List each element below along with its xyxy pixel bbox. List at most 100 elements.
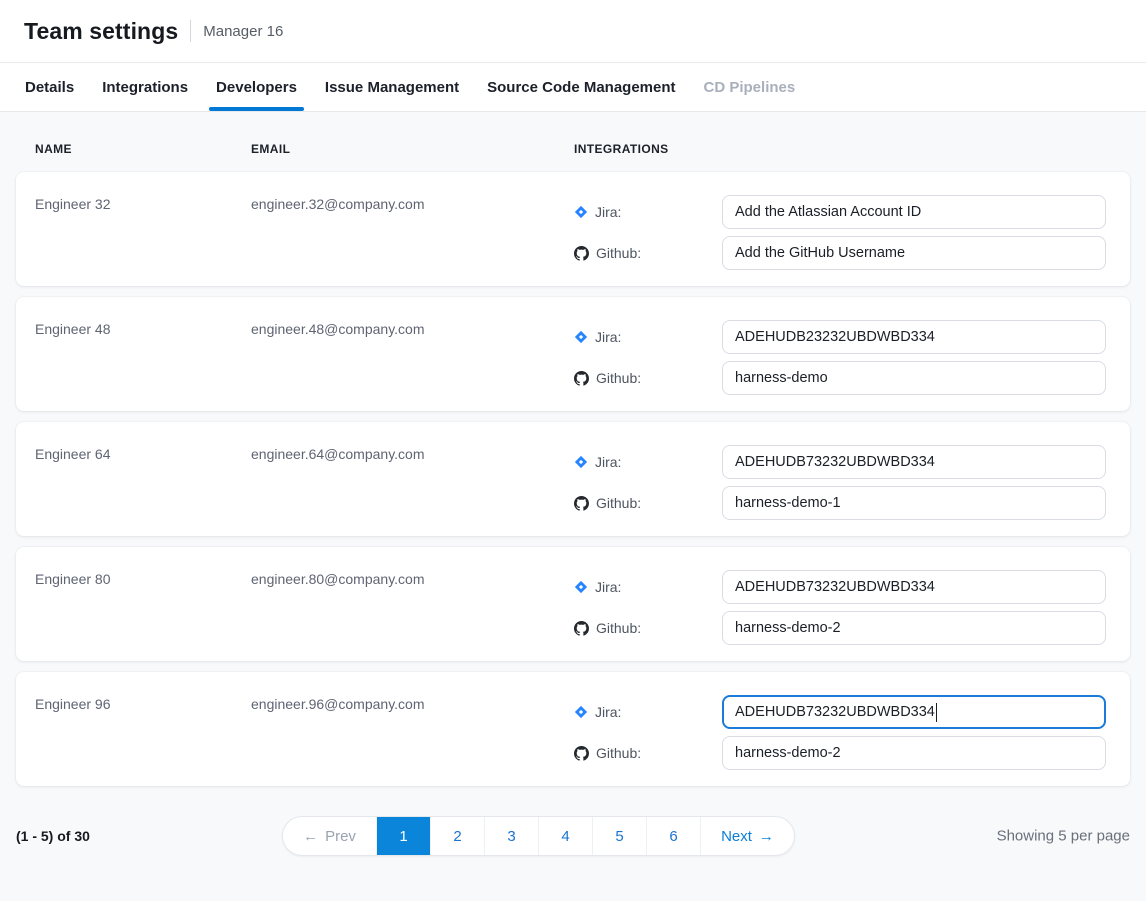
pager: ← Prev 1 2 3 4 5 6 Next →	[282, 816, 795, 856]
jira-label-text: Jira:	[595, 704, 621, 720]
jira-input[interactable]: Add the Atlassian Account ID	[722, 195, 1106, 229]
table-row: Engineer 96 engineer.96@company.com Jira…	[16, 672, 1130, 786]
table-row: Engineer 80 engineer.80@company.com Jira…	[16, 547, 1130, 661]
jira-icon	[574, 705, 588, 719]
github-icon	[574, 246, 589, 261]
jira-input-text: ADEHUDB73232UBDWBD334	[735, 579, 935, 595]
github-icon	[574, 371, 589, 386]
jira-label-text: Jira:	[595, 329, 621, 345]
developer-email: engineer.32@company.com	[251, 196, 574, 212]
page-button-1[interactable]: 1	[376, 817, 430, 855]
page-title: Team settings	[24, 18, 178, 45]
github-label-text: Github:	[596, 495, 641, 511]
developer-name: Engineer 96	[35, 696, 251, 712]
github-icon	[574, 496, 589, 511]
jira-label-text: Jira:	[595, 204, 621, 220]
page-button-4[interactable]: 4	[538, 817, 592, 855]
jira-input[interactable]: ADEHUDB73232UBDWBD334	[722, 570, 1106, 604]
github-row: Github: harness-demo-2	[574, 736, 1106, 770]
github-row: Github: Add the GitHub Username	[574, 236, 1106, 270]
prev-page-button[interactable]: ← Prev	[283, 817, 376, 855]
developer-email: engineer.64@company.com	[251, 446, 574, 462]
jira-icon	[574, 455, 588, 469]
page-button-5[interactable]: 5	[592, 817, 646, 855]
integrations-cell: Jira: ADEHUDB73232UBDWBD334 Github: harn…	[574, 570, 1106, 645]
tab-bar: Details Integrations Developers Issue Ma…	[0, 63, 1146, 112]
github-input[interactable]: harness-demo-1	[722, 486, 1106, 520]
integrations-cell: Jira: ADEHUDB23232UBDWBD334 Github: harn…	[574, 320, 1106, 395]
github-icon	[574, 746, 589, 761]
page-button-3[interactable]: 3	[484, 817, 538, 855]
jira-label: Jira:	[574, 704, 722, 720]
github-label: Github:	[574, 370, 722, 386]
github-input-text: Add the GitHub Username	[735, 245, 905, 261]
github-label: Github:	[574, 495, 722, 511]
text-caret	[936, 703, 938, 722]
arrow-right-icon: →	[759, 828, 774, 845]
tab-cd-pipelines: CD Pipelines	[697, 63, 803, 111]
jira-label: Jira:	[574, 329, 722, 345]
github-input-text: harness-demo-2	[735, 745, 841, 761]
developer-name: Engineer 80	[35, 571, 251, 587]
jira-row: Jira: ADEHUDB73232UBDWBD334	[574, 695, 1106, 729]
github-label-text: Github:	[596, 620, 641, 636]
integrations-cell: Jira: Add the Atlassian Account ID Githu…	[574, 195, 1106, 270]
page-subtitle: Manager 16	[203, 23, 283, 40]
jira-icon	[574, 580, 588, 594]
jira-label: Jira:	[574, 454, 722, 470]
jira-label: Jira:	[574, 579, 722, 595]
developer-email: engineer.96@company.com	[251, 696, 574, 712]
github-row: Github: harness-demo-2	[574, 611, 1106, 645]
github-label-text: Github:	[596, 245, 641, 261]
tab-issue-management[interactable]: Issue Management	[318, 63, 466, 111]
page-header: Team settings Manager 16	[0, 0, 1146, 63]
jira-row: Jira: ADEHUDB73232UBDWBD334	[574, 445, 1106, 479]
arrow-left-icon: ←	[303, 828, 318, 845]
jira-input-focused[interactable]: ADEHUDB73232UBDWBD334	[722, 695, 1106, 729]
column-header-name: NAME	[35, 142, 251, 156]
github-input-text: harness-demo	[735, 370, 828, 386]
github-input[interactable]: Add the GitHub Username	[722, 236, 1106, 270]
tab-details[interactable]: Details	[18, 63, 81, 111]
title-separator	[190, 20, 191, 42]
jira-input[interactable]: ADEHUDB73232UBDWBD334	[722, 445, 1106, 479]
jira-icon	[574, 330, 588, 344]
per-page-indicator: Showing 5 per page	[997, 828, 1130, 845]
github-icon	[574, 621, 589, 636]
table-row: Engineer 32 engineer.32@company.com Jira…	[16, 172, 1130, 286]
jira-row: Jira: ADEHUDB73232UBDWBD334	[574, 570, 1106, 604]
github-input[interactable]: harness-demo-2	[722, 611, 1106, 645]
pagination-range: (1 - 5) of 30	[16, 828, 90, 844]
tab-developers[interactable]: Developers	[209, 63, 304, 111]
jira-input-text: ADEHUDB23232UBDWBD334	[735, 329, 935, 345]
tab-source-code-management[interactable]: Source Code Management	[480, 63, 682, 111]
pagination-footer: (1 - 5) of 30 ← Prev 1 2 3 4 5 6 Next → …	[16, 816, 1130, 856]
tab-integrations[interactable]: Integrations	[95, 63, 195, 111]
developer-name: Engineer 48	[35, 321, 251, 337]
integrations-cell: Jira: ADEHUDB73232UBDWBD334 Github: harn…	[574, 445, 1106, 520]
github-input-text: harness-demo-1	[735, 495, 841, 511]
page-button-6[interactable]: 6	[646, 817, 700, 855]
prev-label: Prev	[325, 828, 356, 845]
integrations-cell: Jira: ADEHUDB73232UBDWBD334 Github: harn…	[574, 695, 1106, 770]
github-label: Github:	[574, 745, 722, 761]
developer-name: Engineer 32	[35, 196, 251, 212]
github-input[interactable]: harness-demo-2	[722, 736, 1106, 770]
jira-row: Jira: ADEHUDB23232UBDWBD334	[574, 320, 1106, 354]
jira-label-text: Jira:	[595, 579, 621, 595]
github-label-text: Github:	[596, 745, 641, 761]
jira-label-text: Jira:	[595, 454, 621, 470]
developers-panel: NAME EMAIL INTEGRATIONS Engineer 32 engi…	[0, 112, 1146, 901]
jira-input-text: ADEHUDB73232UBDWBD334	[735, 454, 935, 470]
next-page-button[interactable]: Next →	[700, 817, 794, 855]
developer-name: Engineer 64	[35, 446, 251, 462]
table-row: Engineer 64 engineer.64@company.com Jira…	[16, 422, 1130, 536]
page-button-2[interactable]: 2	[430, 817, 484, 855]
github-row: Github: harness-demo	[574, 361, 1106, 395]
jira-label: Jira:	[574, 204, 722, 220]
jira-input[interactable]: ADEHUDB23232UBDWBD334	[722, 320, 1106, 354]
github-label: Github:	[574, 245, 722, 261]
jira-input-text: Add the Atlassian Account ID	[735, 204, 921, 220]
github-input[interactable]: harness-demo	[722, 361, 1106, 395]
developer-email: engineer.48@company.com	[251, 321, 574, 337]
